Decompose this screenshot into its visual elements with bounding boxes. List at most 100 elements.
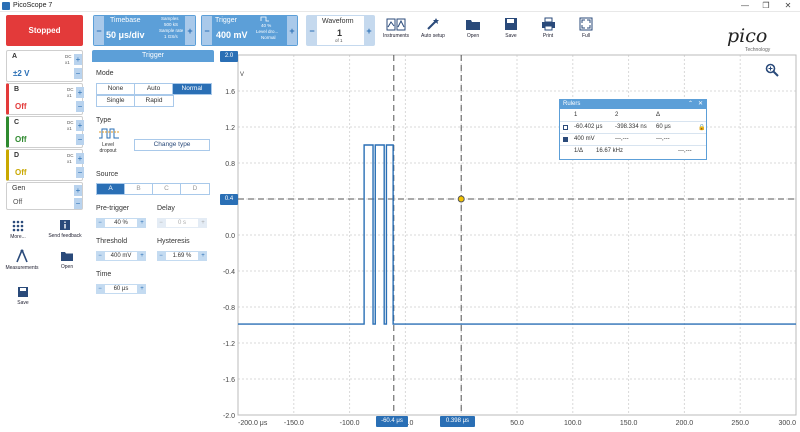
mode-normal[interactable]: Normal [173, 84, 211, 94]
more-button[interactable]: More... [1, 220, 35, 240]
time-minus[interactable]: − [96, 284, 104, 294]
source-c[interactable]: C [153, 184, 181, 194]
left-save-button[interactable]: Save [6, 286, 40, 306]
channel-a-plus[interactable]: + [74, 54, 82, 65]
restore-icon[interactable]: ❐ [758, 0, 774, 12]
folder-icon [61, 252, 73, 261]
full-screen-button[interactable]: Full [569, 15, 603, 45]
minimize-icon[interactable]: — [737, 0, 753, 12]
lock-icon[interactable]: 🔒 [698, 124, 705, 131]
channel-d-minus[interactable]: − [76, 167, 84, 178]
x-tick-label: 150.0 [620, 420, 638, 427]
rulers-dt: 60 μs [656, 124, 671, 130]
waveform-next-button[interactable]: + [364, 16, 374, 45]
channel-d-panel[interactable]: D DC x1 Off + − [6, 149, 84, 181]
y-tick-label: 0.0 [225, 233, 235, 240]
pretrigger-plus[interactable]: + [138, 218, 146, 228]
timebase-value[interactable]: 50 μs/div [106, 30, 145, 40]
channel-d-plus[interactable]: + [76, 153, 84, 164]
scope-view[interactable]: 1.6 1.2 0.8 0.0 -0.4 -0.8 -1.2 -1.6 -2.0 V -200.0… [218, 50, 800, 427]
trigger-panel: Trigger Mode None Auto Normal Single Rap… [92, 50, 214, 427]
threshold-minus[interactable]: − [96, 251, 104, 261]
generator-panel[interactable]: Gen Off + − [6, 182, 83, 210]
delay-minus[interactable]: − [157, 218, 165, 228]
delay-plus[interactable]: + [199, 218, 207, 228]
run-stop-button[interactable]: Stopped [6, 15, 83, 46]
trigger-value[interactable]: 400 mV [216, 30, 248, 40]
trigger-level-badge[interactable]: 0.4 [220, 194, 238, 205]
x-tick-label: 250.0 [731, 420, 749, 427]
x-tick-label: -200.0 μs [238, 420, 268, 427]
rulers-inv-value: 16.67 kHz [596, 148, 624, 154]
trigger-minus-button[interactable]: − [202, 16, 212, 45]
channel-c-panel[interactable]: C DC x1 Off + − [6, 116, 84, 148]
threshold-value[interactable]: 400 mV [104, 251, 138, 261]
ruler2-badge[interactable]: 0.398 μs [440, 416, 475, 427]
threshold-label: Threshold [96, 238, 128, 245]
trigger-plus-button[interactable]: + [287, 16, 297, 45]
instruments-button[interactable]: Instruments [379, 15, 413, 45]
change-type-button[interactable]: Change type [134, 139, 210, 151]
open-button[interactable]: Open [456, 15, 490, 45]
measurements-button[interactable]: Measurements [5, 249, 39, 271]
pretrigger-minus[interactable]: − [96, 218, 104, 228]
channel-b-letter: B [14, 86, 20, 93]
trigger-type-icon [260, 16, 269, 22]
generator-plus[interactable]: + [74, 185, 82, 196]
time-ruler-icon [563, 125, 568, 130]
hysteresis-plus[interactable]: + [199, 251, 207, 261]
mode-single[interactable]: Single [97, 96, 135, 106]
auto-setup-button[interactable]: Auto setup [416, 15, 450, 45]
hysteresis-minus[interactable]: − [157, 251, 165, 261]
trigger-marker[interactable] [457, 195, 465, 203]
measurements-label: Measurements [5, 265, 39, 271]
channel-c-minus[interactable]: − [76, 134, 84, 145]
delay-value[interactable]: 0 s [165, 218, 199, 228]
left-open-button[interactable]: Open [50, 250, 84, 270]
zoom-icon[interactable] [765, 63, 779, 77]
source-b[interactable]: B [125, 184, 153, 194]
channel-a-minus[interactable]: − [74, 68, 82, 79]
rulers-window[interactable]: Rulers ⌃ ✕ 1 2 Δ -60.402 μs -398.334 ns … [559, 99, 707, 160]
rulers-inv-v: ---,--- [678, 148, 692, 154]
channel-c-plus[interactable]: + [76, 120, 84, 131]
mode-none[interactable]: None [97, 84, 135, 94]
pretrigger-label: Pre-trigger [96, 205, 130, 212]
timebase-plus-button[interactable]: + [185, 16, 195, 45]
level-dropout-icon [99, 128, 119, 139]
rulers-close-icon[interactable]: ✕ [698, 100, 703, 109]
save-button[interactable]: Save [494, 15, 528, 45]
hysteresis-value[interactable]: 1.69 % [165, 251, 199, 261]
x-tick-label: 50.0 [510, 420, 524, 427]
scope-plot[interactable]: 1.6 1.2 0.8 0.0 -0.4 -0.8 -1.2 -1.6 -2.0 V -200.0… [218, 50, 800, 427]
time-value[interactable]: 60 μs [104, 284, 138, 294]
send-feedback-button[interactable]: Send feedback [48, 219, 82, 239]
channel-b-plus[interactable]: + [76, 87, 84, 98]
source-d[interactable]: D [181, 184, 209, 194]
mode-auto[interactable]: Auto [135, 84, 173, 94]
channel-b-panel[interactable]: B DC x1 Off + − [6, 83, 84, 115]
threshold-plus[interactable]: + [138, 251, 146, 261]
channel-a-coupling: DC [65, 54, 72, 59]
mode-rapid[interactable]: Rapid [135, 96, 173, 106]
y-top-badge[interactable]: 2.0 [220, 51, 238, 62]
print-button[interactable]: Print [531, 15, 565, 45]
rulers-pin-icon[interactable]: ⌃ [688, 100, 693, 109]
time-plus[interactable]: + [138, 284, 146, 294]
ruler1-badge[interactable]: -60.4 μs [376, 416, 408, 427]
waveform-prev-button[interactable]: − [307, 16, 317, 45]
channel-b-minus[interactable]: − [76, 101, 84, 112]
generator-minus[interactable]: − [74, 198, 82, 209]
pretrigger-value[interactable]: 40 % [104, 218, 138, 228]
channel-b-coupling: DC [67, 87, 74, 92]
timebase-minus-button[interactable]: − [94, 16, 104, 45]
close-icon[interactable]: ✕ [780, 0, 796, 12]
channel-d-letter: D [14, 152, 20, 159]
save-label: Save [505, 33, 517, 39]
y-tick-label: -1.2 [223, 341, 235, 348]
source-a[interactable]: A [97, 184, 125, 194]
channel-c-letter: C [14, 119, 20, 126]
channel-a-panel[interactable]: A DC x1 ±2 V + − [6, 50, 83, 82]
wand-icon [416, 15, 450, 33]
y-tick-label: 1.2 [225, 125, 235, 132]
